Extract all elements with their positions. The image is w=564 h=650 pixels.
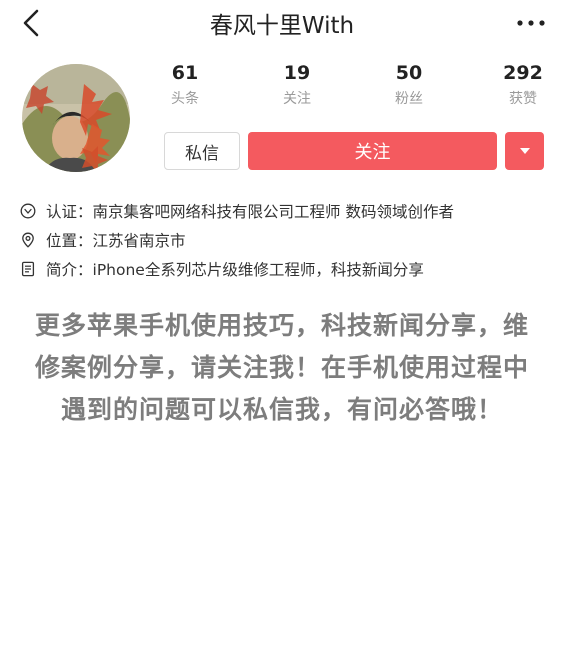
document-icon (21, 261, 35, 277)
location-row: 位置： 江苏省南京市 (20, 227, 560, 253)
stat-value: 19 (283, 62, 311, 84)
certification-key: 认证： (46, 203, 93, 221)
stat-value: 61 (171, 62, 199, 84)
bio-key: 简介： (46, 261, 93, 279)
stat-likes[interactable]: 292 获赞 (478, 62, 564, 108)
bio-row: 简介： iPhone全系列芯片级维修工程师，科技新闻分享 (20, 256, 560, 282)
stat-value: 50 (395, 62, 423, 84)
stat-label: 关注 (283, 91, 311, 107)
stat-value: 292 (503, 62, 543, 84)
page-title: 春风十里With (209, 13, 355, 39)
more-dots-icon (517, 20, 545, 26)
avatar[interactable] (22, 64, 130, 172)
avatar-image (22, 64, 130, 172)
promo-line: 遇到的问题可以私信我，有问必答哦！ (60, 395, 503, 424)
follow-button[interactable]: 关注 (248, 132, 497, 170)
message-button[interactable]: 私信 (164, 132, 240, 170)
promo-text: 更多苹果手机使用技巧，科技新闻分享，维 修案例分享，请关注我！在手机使用过程中 … (0, 305, 564, 431)
stat-label: 粉丝 (395, 91, 423, 107)
location-pin-icon (22, 232, 34, 248)
profile-stats: 61 头条 19 关注 50 粉丝 292 获赞 (140, 62, 560, 116)
caret-down-icon (519, 148, 530, 154)
bio-value: iPhone全系列芯片级维修工程师，科技新闻分享 (92, 261, 424, 279)
certification-row: 认证： 南京集客吧网络科技有限公司工程师 数码领域创作者 (20, 198, 560, 224)
stat-label: 头条 (171, 91, 199, 107)
follow-dropdown-button[interactable] (505, 132, 544, 170)
stat-following[interactable]: 19 关注 (252, 62, 342, 108)
stat-articles[interactable]: 61 头条 (140, 62, 230, 108)
certification-value: 南京集客吧网络科技有限公司工程师 数码领域创作者 (92, 203, 454, 221)
stat-label: 获赞 (509, 91, 537, 107)
more-button[interactable] (514, 6, 548, 40)
stat-followers[interactable]: 50 粉丝 (364, 62, 454, 108)
nav-bar: 春风十里With (0, 0, 564, 46)
verified-check-icon (20, 203, 36, 219)
promo-line: 修案例分享，请关注我！在手机使用过程中 (34, 353, 529, 382)
location-key: 位置： (46, 232, 93, 250)
location-value: 江苏省南京市 (92, 232, 186, 250)
promo-line: 更多苹果手机使用技巧，科技新闻分享，维 (34, 311, 529, 340)
